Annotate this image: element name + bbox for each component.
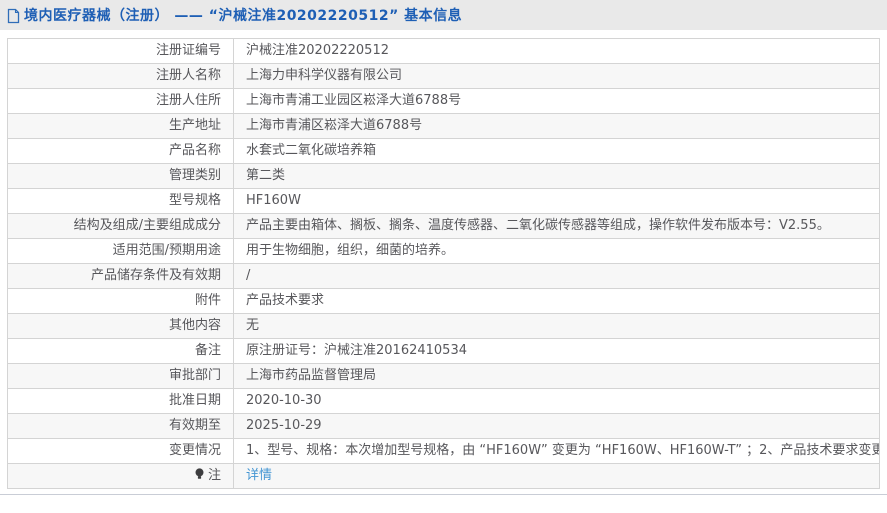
row-value-text: 沪械注准20202220512 [246,43,389,59]
table-row: 生产地址 上海市青浦区崧泽大道6788号 [7,113,880,139]
table-row: 结构及组成/主要组成成分 产品主要由箱体、搁板、搁条、温度传感器、二氧化碳传感器等… [7,213,880,239]
row-label: 型号规格 [7,188,234,214]
row-label: 备注 [7,338,234,364]
row-value-text: 上海市青浦工业园区崧泽大道6788号 [246,93,462,109]
details-link[interactable]: 详情 [246,468,272,483]
row-label: 附件 [7,288,234,314]
table-row: 有效期至 2025-10-29 [7,413,880,439]
row-value: 2020-10-30 [233,388,880,414]
row-value-text: 用于生物细胞，组织，细菌的培养。 [246,243,455,259]
row-label: 管理类别 [7,163,234,189]
row-label: 注册人住所 [7,88,234,114]
row-value-text: 上海力申科学仪器有限公司 [246,68,403,84]
row-label: 变更情况 [7,438,234,464]
row-value: 水套式二氧化碳培养箱 [233,138,880,164]
row-label-text: 注册人住所 [155,93,221,109]
row-label-text: 批准日期 [168,393,221,409]
row-value: 1、型号、规格：本次增加型号规格，由 “HF160W” 变更为 “HF160W、… [233,438,880,464]
row-label: 产品储存条件及有效期 [7,263,234,289]
row-value-text: / [246,268,251,284]
table-row: 型号规格 HF160W [7,188,880,214]
page-header: 境内医疗器械（注册） —— “沪械注准20202220512” 基本信息 [0,0,887,30]
row-value-text: 无 [246,318,260,334]
row-value: 产品技术要求 [233,288,880,314]
row-label-text: 审批部门 [168,368,221,384]
row-value-text: 原注册证号：沪械注准20162410534 [246,343,467,359]
table-row: 备注 原注册证号：沪械注准20162410534 [7,338,880,364]
row-value-text: 2020-10-30 [246,393,322,409]
table-row: 产品名称 水套式二氧化碳培养箱 [7,138,880,164]
row-value-text: 上海市药品监督管理局 [246,368,377,384]
row-label-text: 附件 [194,293,221,309]
table-row: 批准日期 2020-10-30 [7,388,880,414]
row-label: 结构及组成/主要组成成分 [7,213,234,239]
row-value: 原注册证号：沪械注准20162410534 [233,338,880,364]
row-label-text: 注册证编号 [155,43,221,59]
row-label-text: 适用范围/预期用途 [112,243,221,259]
row-value: 第二类 [233,163,880,189]
table-row: 附件 产品技术要求 [7,288,880,314]
row-value-text: 2025-10-29 [246,418,322,434]
row-value-text: 产品主要由箱体、搁板、搁条、温度传感器、二氧化碳传感器等组成，操作软件发布版本号… [246,218,830,234]
row-value: 2025-10-29 [233,413,880,439]
row-label: 有效期至 [7,413,234,439]
bottom-divider [0,494,887,495]
table-row: 管理类别 第二类 [7,163,880,189]
row-label: 批准日期 [7,388,234,414]
row-label: 审批部门 [7,363,234,389]
row-value-text: 水套式二氧化碳培养箱 [246,143,377,159]
info-table: 注册证编号 沪械注准20202220512 注册人名称 上海力申科学仪器有限公司 注册人… [7,38,880,489]
table-row: 注册人住所 上海市青浦工业园区崧泽大道6788号 [7,88,880,114]
table-row: 审批部门 上海市药品监督管理局 [7,363,880,389]
row-value-text: 上海市青浦区崧泽大道6788号 [246,118,423,134]
row-label: 适用范围/预期用途 [7,238,234,264]
row-label-text: 注册人名称 [155,68,221,84]
row-label-text: 备注 [194,343,221,359]
table-row: 注 详情 [7,463,880,489]
row-label: 注册人名称 [7,63,234,89]
row-value: HF160W [233,188,880,214]
row-label-text: 注 [207,468,221,484]
row-value: 上海市药品监督管理局 [233,363,880,389]
table-row: 变更情况 1、型号、规格：本次增加型号规格，由 “HF160W” 变更为 “HF1… [7,438,880,464]
registration-info-table: 注册证编号 沪械注准20202220512 注册人名称 上海力申科学仪器有限公司 注册人… [7,38,880,489]
row-value: 无 [233,313,880,339]
table-row: 注册证编号 沪械注准20202220512 [7,38,880,64]
row-label-text: 管理类别 [168,168,221,184]
row-label-text: 结构及组成/主要组成成分 [73,218,221,234]
row-label-text: 变更情况 [168,443,221,459]
row-value: 用于生物细胞，组织，细菌的培养。 [233,238,880,264]
row-value: 上海力申科学仪器有限公司 [233,63,880,89]
row-label-text: 产品储存条件及有效期 [90,268,221,284]
table-row: 注册人名称 上海力申科学仪器有限公司 [7,63,880,89]
document-icon [7,8,20,24]
row-value: / [233,263,880,289]
row-value-text: 1、型号、规格：本次增加型号规格，由 “HF160W” 变更为 “HF160W、… [246,443,880,459]
row-label: 生产地址 [7,113,234,139]
row-value: 产品主要由箱体、搁板、搁条、温度传感器、二氧化碳传感器等组成，操作软件发布版本号… [233,213,880,239]
row-value-text: 第二类 [246,168,286,184]
row-value: 沪械注准20202220512 [233,38,880,64]
bulb-icon [194,468,205,480]
row-label-text: 型号规格 [168,193,221,209]
row-label: 注册证编号 [7,38,234,64]
row-value: 详情 [233,463,880,489]
row-label-text: 有效期至 [168,418,221,434]
table-row: 适用范围/预期用途 用于生物细胞，组织，细菌的培养。 [7,238,880,264]
row-label-text: 生产地址 [168,118,221,134]
row-label: 注 [7,463,234,489]
table-row: 产品储存条件及有效期 / [7,263,880,289]
row-value-text: 产品技术要求 [246,293,325,309]
row-label: 产品名称 [7,138,234,164]
row-label: 其他内容 [7,313,234,339]
row-value-text: HF160W [246,193,301,209]
row-label-text: 其他内容 [168,318,221,334]
row-value: 上海市青浦区崧泽大道6788号 [233,113,880,139]
row-label-text: 产品名称 [168,143,221,159]
table-row: 其他内容 无 [7,313,880,339]
row-value: 上海市青浦工业园区崧泽大道6788号 [233,88,880,114]
page-title: 境内医疗器械（注册） —— “沪械注准20202220512” 基本信息 [24,8,463,24]
